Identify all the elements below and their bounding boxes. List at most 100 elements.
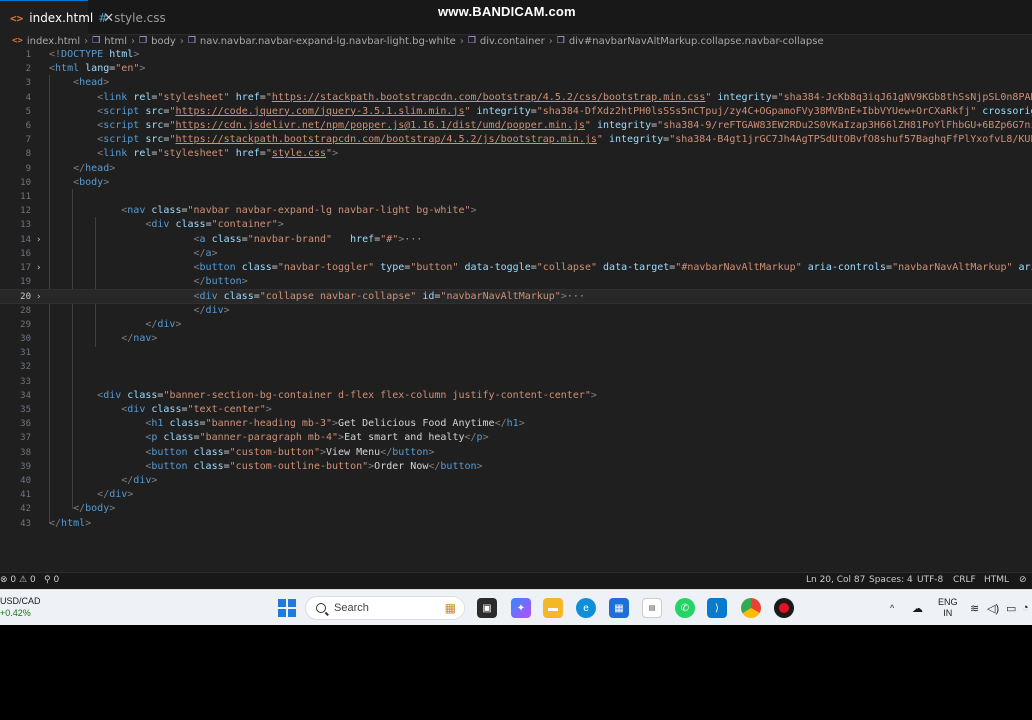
breadcrumb-item[interactable]: › ❒ body	[127, 36, 176, 47]
line-number: 42	[20, 504, 31, 515]
line-number: 2	[25, 64, 31, 75]
bandicam-record-icon[interactable]	[774, 598, 794, 618]
breadcrumb-item[interactable]: › ❒ div.container	[456, 36, 545, 47]
fold-chevron-icon[interactable]: ›	[36, 261, 41, 275]
fold-chevron-icon[interactable]: ›	[36, 233, 41, 247]
code-line[interactable]: 28 </div>	[0, 304, 1032, 318]
tab-style-css[interactable]: # style.css	[88, 0, 168, 35]
code-token: "banner-paragraph mb-4"	[199, 432, 339, 444]
code-line[interactable]: 38 <button class="custom-button">View Me…	[0, 446, 1032, 460]
code-line[interactable]: 9 </head>	[0, 162, 1032, 176]
code-line[interactable]: 11	[0, 190, 1032, 204]
code-line[interactable]: 42 </body>	[0, 502, 1032, 516]
code-line[interactable]: 16 </a>	[0, 247, 1032, 261]
problems-indicator[interactable]: ⊗ 0 ⚠ 0	[0, 575, 36, 585]
input-language[interactable]: ENG IN	[938, 590, 958, 625]
code-line[interactable]: 35 <div class="text-center">	[0, 403, 1032, 417]
vscode-icon[interactable]: ⟩	[707, 598, 727, 618]
taskbar-search[interactable]: Search ▦	[305, 596, 465, 620]
line-number: 12	[20, 206, 31, 217]
code-line[interactable]: 1 <!DOCTYPE html>	[0, 48, 1032, 62]
code-line[interactable]: 2 <html lang="en">	[0, 62, 1032, 76]
whatsapp-icon[interactable]: ✆	[675, 598, 695, 618]
code-token: </	[49, 517, 62, 529]
code-token: class	[193, 446, 224, 458]
element-icon: ❒	[92, 36, 101, 46]
code-line[interactable]: 5 <script src="https://code.jquery.com/j…	[0, 105, 1032, 119]
code-line[interactable]: 8 <link rel="stylesheet" href="style.css…	[0, 147, 1032, 161]
code-token: >	[127, 489, 134, 501]
code-line[interactable]: 33	[0, 375, 1032, 389]
code-line[interactable]: 29 </div>	[0, 318, 1032, 332]
code-line[interactable]: 3 <head>	[0, 76, 1032, 90]
code-token: >	[482, 432, 489, 444]
code-line[interactable]: 30 </nav>	[0, 332, 1032, 346]
code-line[interactable]: 13 <div class="container">	[0, 218, 1032, 232]
code-line[interactable]: 7 <script src="https://stackpath.bootstr…	[0, 133, 1032, 147]
code-line[interactable]: 43 </html>	[0, 517, 1032, 531]
indentation-setting[interactable]: Spaces: 4	[869, 575, 913, 585]
code-line[interactable]: 4 <link rel="stylesheet" href="https://s…	[0, 91, 1032, 105]
line-number: 29	[20, 319, 31, 330]
code-line[interactable]: 39 <button class="custom-outline-button"…	[0, 460, 1032, 474]
code-line[interactable]: 31	[0, 346, 1032, 360]
code-line[interactable]: 14 › <a class="navbar-brand" href="#">···	[0, 233, 1032, 247]
breadcrumb-item[interactable]: › ❒ nav.navbar.navbar-expand-lg.navbar-lig…	[176, 36, 456, 47]
code-line[interactable]: 37 <p class="banner-paragraph mb-4">Eat …	[0, 431, 1032, 445]
code-line[interactable]: 6 <script src="https://cdn.jsdelivr.net/…	[0, 119, 1032, 133]
code-line[interactable]: 10 <body>	[0, 176, 1032, 190]
show-hidden-icons[interactable]: ^	[890, 590, 894, 625]
chrome-icon[interactable]	[741, 598, 761, 618]
code-line[interactable]: 20 › <div class="collapse navbar-collapse…	[0, 289, 1032, 304]
file-explorer-icon[interactable]: ▬	[543, 598, 563, 618]
volume-icon[interactable]: ◁)	[987, 590, 999, 625]
onedrive-icon[interactable]: ☁	[912, 590, 923, 625]
microsoft-store-icon[interactable]: ▦	[609, 598, 629, 618]
code-line[interactable]: 34 <div class="banner-section-bg-contain…	[0, 389, 1032, 403]
code-line[interactable]: 17 › <button class="navbar-toggler" type=…	[0, 261, 1032, 275]
edge-browser-icon[interactable]: e	[576, 598, 596, 618]
breadcrumb-item[interactable]: › ❒ html	[80, 36, 127, 47]
notifications-icon[interactable]: ⊘	[1019, 575, 1027, 585]
code-text: <h1 class="banner-heading mb-3">Get Deli…	[49, 417, 524, 431]
code-line[interactable]: 40 </div>	[0, 474, 1032, 488]
code-line[interactable]: 12 <nav class="navbar navbar-expand-lg n…	[0, 204, 1032, 218]
code-token: "#"	[380, 233, 399, 245]
code-editor[interactable]: 1 <!DOCTYPE html> 2 <html lang="en"> 3 <head…	[0, 47, 1032, 572]
app-icon[interactable]: ▤	[642, 598, 662, 618]
code-token: button	[392, 446, 429, 458]
encoding-setting[interactable]: UTF-8	[917, 575, 943, 585]
code-token: </	[121, 333, 134, 344]
language-mode[interactable]: HTML	[984, 575, 1009, 585]
cursor-position[interactable]: Ln 20, Col 87	[806, 575, 865, 585]
code-line[interactable]: 19 </button>	[0, 275, 1032, 289]
breadcrumb-item[interactable]: <> index.html	[12, 36, 80, 47]
wifi-icon[interactable]: ≋	[970, 590, 979, 625]
battery-icon[interactable]: ▭	[1006, 590, 1016, 625]
code-line[interactable]: 36 <h1 class="banner-heading mb-3">Get D…	[0, 417, 1032, 431]
copilot-icon[interactable]: ✦	[511, 598, 531, 618]
ports-indicator[interactable]: ⚲ 0	[44, 575, 59, 585]
stock-widget[interactable]: USD/CAD +0.42%	[0, 595, 41, 619]
notification-bell-icon[interactable]: ◔	[1022, 590, 1029, 625]
task-view-icon[interactable]: ▣	[477, 598, 497, 618]
breadcrumb-item[interactable]: › ❒ div#navbarNavAltMarkup.collapse.navbar…	[545, 36, 824, 47]
code-token: >	[139, 63, 146, 75]
fold-chevron-icon[interactable]: ›	[36, 290, 41, 304]
element-icon: ❒	[467, 36, 476, 46]
windows-start-icon[interactable]	[278, 599, 296, 617]
tab-index-html[interactable]: <> index.html ✕	[0, 0, 114, 35]
recording-watermark: www.BANDICAM.com	[438, 4, 576, 19]
code-text: <!DOCTYPE html>	[49, 48, 139, 62]
eol-setting[interactable]: CRLF	[953, 575, 976, 585]
code-line[interactable]: 32	[0, 360, 1032, 374]
code-text: </div>	[49, 318, 181, 332]
code-line[interactable]: 41 </div>	[0, 488, 1032, 502]
